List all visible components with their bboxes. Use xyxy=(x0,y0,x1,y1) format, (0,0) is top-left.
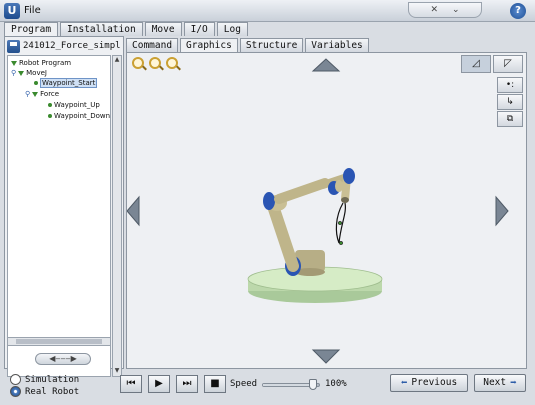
robot-3d-scene[interactable] xyxy=(127,53,526,368)
tree-horizontal-scrollbar[interactable] xyxy=(7,337,111,346)
tab-io[interactable]: I/O xyxy=(183,22,215,36)
previous-label: Previous xyxy=(411,377,458,388)
tree-item-movej[interactable]: ⚲ MoveJ xyxy=(11,68,47,78)
skip-back-button[interactable]: ⏮ xyxy=(120,375,142,393)
tree-item-label: Waypoint_Down xyxy=(54,112,111,120)
speed-slider-knob[interactable] xyxy=(309,379,317,390)
expand-triangle-icon[interactable] xyxy=(11,60,17,66)
bottom-bar: Simulation Real Robot ⏮ ▶ ⏭ ■ Speed 100%… xyxy=(0,370,535,405)
program-header: 241012_Force_simpl xyxy=(7,39,123,53)
real-robot-label: Real Robot xyxy=(25,386,80,397)
tab-installation[interactable]: Installation xyxy=(60,22,143,36)
simulation-label: Simulation xyxy=(25,374,80,385)
minimize-icon[interactable]: ✕ xyxy=(430,5,438,15)
tree-item-waypoint-start[interactable]: Waypoint_Start xyxy=(34,78,98,88)
waypoint-dot-icon xyxy=(48,114,52,118)
save-icon[interactable] xyxy=(7,39,20,53)
tree-vertical-scrollbar[interactable]: ▲ ▼ xyxy=(112,55,122,377)
next-label: Next xyxy=(483,377,507,388)
simulation-radio[interactable] xyxy=(10,374,21,385)
tab-graphics[interactable]: Graphics xyxy=(180,38,238,52)
previous-button[interactable]: ⬅ Previous xyxy=(390,374,468,392)
title-bar: U File ✕ ⌄ ? xyxy=(0,0,535,22)
robot-arm-model xyxy=(263,168,355,276)
next-button[interactable]: Next ➡ xyxy=(474,374,526,392)
program-tree: Robot Program ⚲ MoveJ Waypoint_Start ⚲ F… xyxy=(7,55,111,377)
tree-item-label: Waypoint_Up xyxy=(54,101,100,109)
file-menu[interactable]: File xyxy=(24,5,41,16)
play-button[interactable]: ▶ xyxy=(148,375,170,393)
speed-slider[interactable] xyxy=(262,379,320,390)
expand-triangle-icon[interactable] xyxy=(18,70,25,76)
scroll-up-icon[interactable]: ▲ xyxy=(113,56,121,65)
sub-tabs: Command Graphics Structure Variables xyxy=(126,38,369,52)
tree-item-waypoint-up[interactable]: Waypoint_Up xyxy=(48,100,100,110)
step-forward-button[interactable]: ⏭ xyxy=(176,375,198,393)
real-robot-option[interactable]: Real Robot xyxy=(10,386,79,397)
graphics-view: ◿ ◸ •: ↳ ⧉ xyxy=(126,52,527,369)
tree-item-waypoint-down[interactable]: Waypoint_Down xyxy=(48,111,110,121)
tree-item-label: Force xyxy=(40,90,60,98)
rotate-left-arrow-icon[interactable] xyxy=(127,195,140,227)
tree-item-label: Waypoint_Start xyxy=(40,78,98,88)
tab-move[interactable]: Move xyxy=(144,22,182,36)
program-name: 241012_Force_simpl xyxy=(23,41,121,51)
tab-program[interactable]: Program xyxy=(4,22,59,36)
arrow-left-icon: ⬅ xyxy=(400,376,408,389)
simulation-option[interactable]: Simulation xyxy=(10,374,79,385)
universal-robots-logo-icon: U xyxy=(4,3,20,19)
speed-value: 100% xyxy=(325,379,347,389)
main-tabs: Program Installation Move I/O Log xyxy=(4,22,248,36)
arrow-right-icon: ➡ xyxy=(510,376,517,389)
tree-navigation-arrows[interactable]: ◀‒‒‒▶ xyxy=(35,353,91,365)
tab-log[interactable]: Log xyxy=(216,22,248,36)
rotate-up-arrow-icon[interactable] xyxy=(311,58,341,72)
tree-item-force[interactable]: ⚲ Force xyxy=(25,89,59,99)
help-icon[interactable]: ? xyxy=(510,3,526,19)
tree-item-label: MoveJ xyxy=(26,69,47,77)
waypoint-dot-icon xyxy=(48,103,52,107)
waypoint-dot-icon xyxy=(34,81,38,85)
tab-variables[interactable]: Variables xyxy=(305,38,369,52)
rotate-right-arrow-icon[interactable] xyxy=(495,195,509,227)
tab-structure[interactable]: Structure xyxy=(239,38,304,52)
tree-branch-icon: ⚲ xyxy=(25,90,31,98)
scrollbar-thumb[interactable] xyxy=(16,339,102,344)
window-controls[interactable]: ✕ ⌄ xyxy=(408,2,482,18)
rotate-down-arrow-icon[interactable] xyxy=(311,349,341,364)
tree-item-label: Robot Program xyxy=(19,59,72,67)
expand-triangle-icon[interactable] xyxy=(32,91,39,97)
tree-branch-icon: ⚲ xyxy=(11,69,17,77)
stop-button[interactable]: ■ xyxy=(204,375,226,393)
speed-label: Speed xyxy=(230,379,258,389)
tree-item-robot-program[interactable]: Robot Program xyxy=(11,58,71,68)
real-robot-radio[interactable] xyxy=(10,386,21,397)
chevron-down-icon[interactable]: ⌄ xyxy=(452,5,460,15)
tab-command[interactable]: Command xyxy=(126,38,179,52)
program-tree-panel: 241012_Force_simpl Robot Program ⚲ MoveJ… xyxy=(4,36,124,377)
